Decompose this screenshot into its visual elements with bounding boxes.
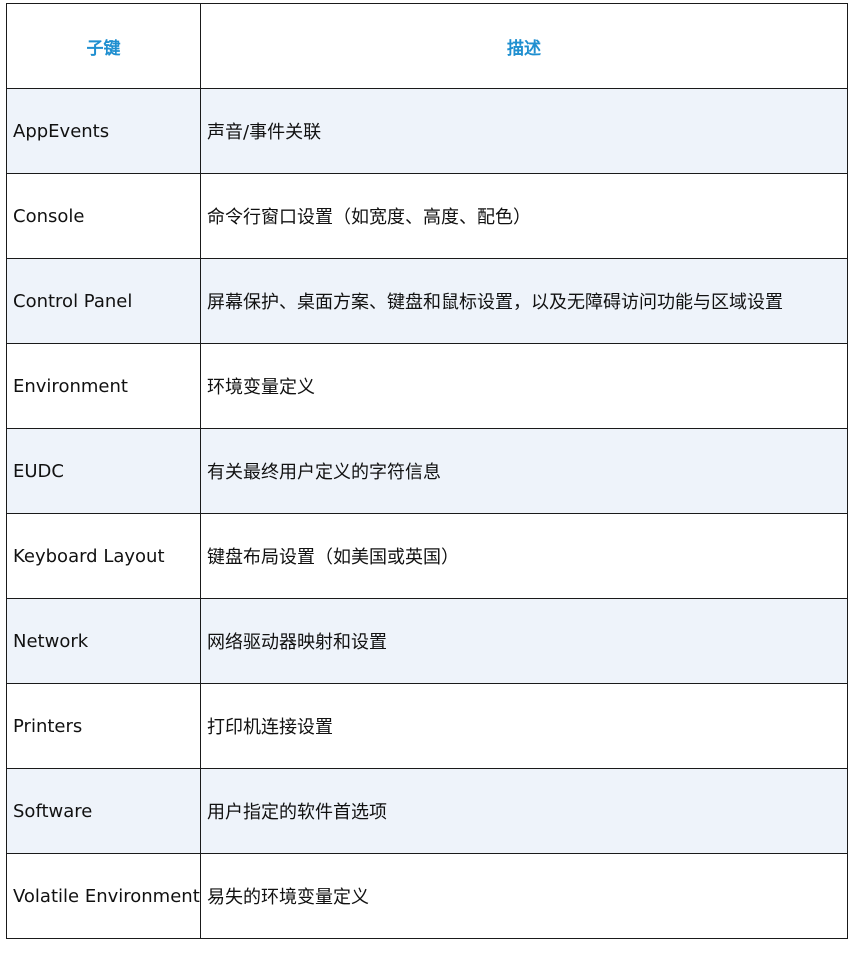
row-description: 声音/事件关联 <box>200 88 848 174</box>
table-row: Control Panel 屏幕保护、桌面方案、键盘和鼠标设置，以及无障碍访问功… <box>6 258 848 344</box>
row-key: Keyboard Layout <box>6 513 201 599</box>
registry-subkey-table: 子键 描述 AppEvents 声音/事件关联 Console 命令行窗口设置（… <box>6 3 848 939</box>
row-key: Environment <box>6 343 201 429</box>
table-row: Console 命令行窗口设置（如宽度、高度、配色） <box>6 173 848 259</box>
row-key: Control Panel <box>6 258 201 344</box>
row-key: Network <box>6 598 201 684</box>
row-description: 打印机连接设置 <box>200 683 848 769</box>
row-key: Printers <box>6 683 201 769</box>
table-header-row: 子键 描述 <box>6 3 848 89</box>
table-row: Volatile Environment 易失的环境变量定义 <box>6 853 848 939</box>
registry-subkey-table-container: 子键 描述 AppEvents 声音/事件关联 Console 命令行窗口设置（… <box>6 3 848 939</box>
table-row: Printers 打印机连接设置 <box>6 683 848 769</box>
row-description: 屏幕保护、桌面方案、键盘和鼠标设置，以及无障碍访问功能与区域设置 <box>200 258 848 344</box>
column-header-key: 子键 <box>6 3 201 89</box>
table-row: Software 用户指定的软件首选项 <box>6 768 848 854</box>
table-row: Network 网络驱动器映射和设置 <box>6 598 848 684</box>
row-key: Console <box>6 173 201 259</box>
row-key: AppEvents <box>6 88 201 174</box>
row-description: 键盘布局设置（如美国或英国） <box>200 513 848 599</box>
row-description: 用户指定的软件首选项 <box>200 768 848 854</box>
row-key: EUDC <box>6 428 201 514</box>
table-row: Keyboard Layout 键盘布局设置（如美国或英国） <box>6 513 848 599</box>
row-description: 环境变量定义 <box>200 343 848 429</box>
row-description: 命令行窗口设置（如宽度、高度、配色） <box>200 173 848 259</box>
column-header-description: 描述 <box>200 3 848 89</box>
row-description: 网络驱动器映射和设置 <box>200 598 848 684</box>
table-row: EUDC 有关最终用户定义的字符信息 <box>6 428 848 514</box>
row-description: 有关最终用户定义的字符信息 <box>200 428 848 514</box>
table-row: Environment 环境变量定义 <box>6 343 848 429</box>
table-row: AppEvents 声音/事件关联 <box>6 88 848 174</box>
row-key: Software <box>6 768 201 854</box>
row-key: Volatile Environment <box>6 853 201 939</box>
row-description: 易失的环境变量定义 <box>200 853 848 939</box>
